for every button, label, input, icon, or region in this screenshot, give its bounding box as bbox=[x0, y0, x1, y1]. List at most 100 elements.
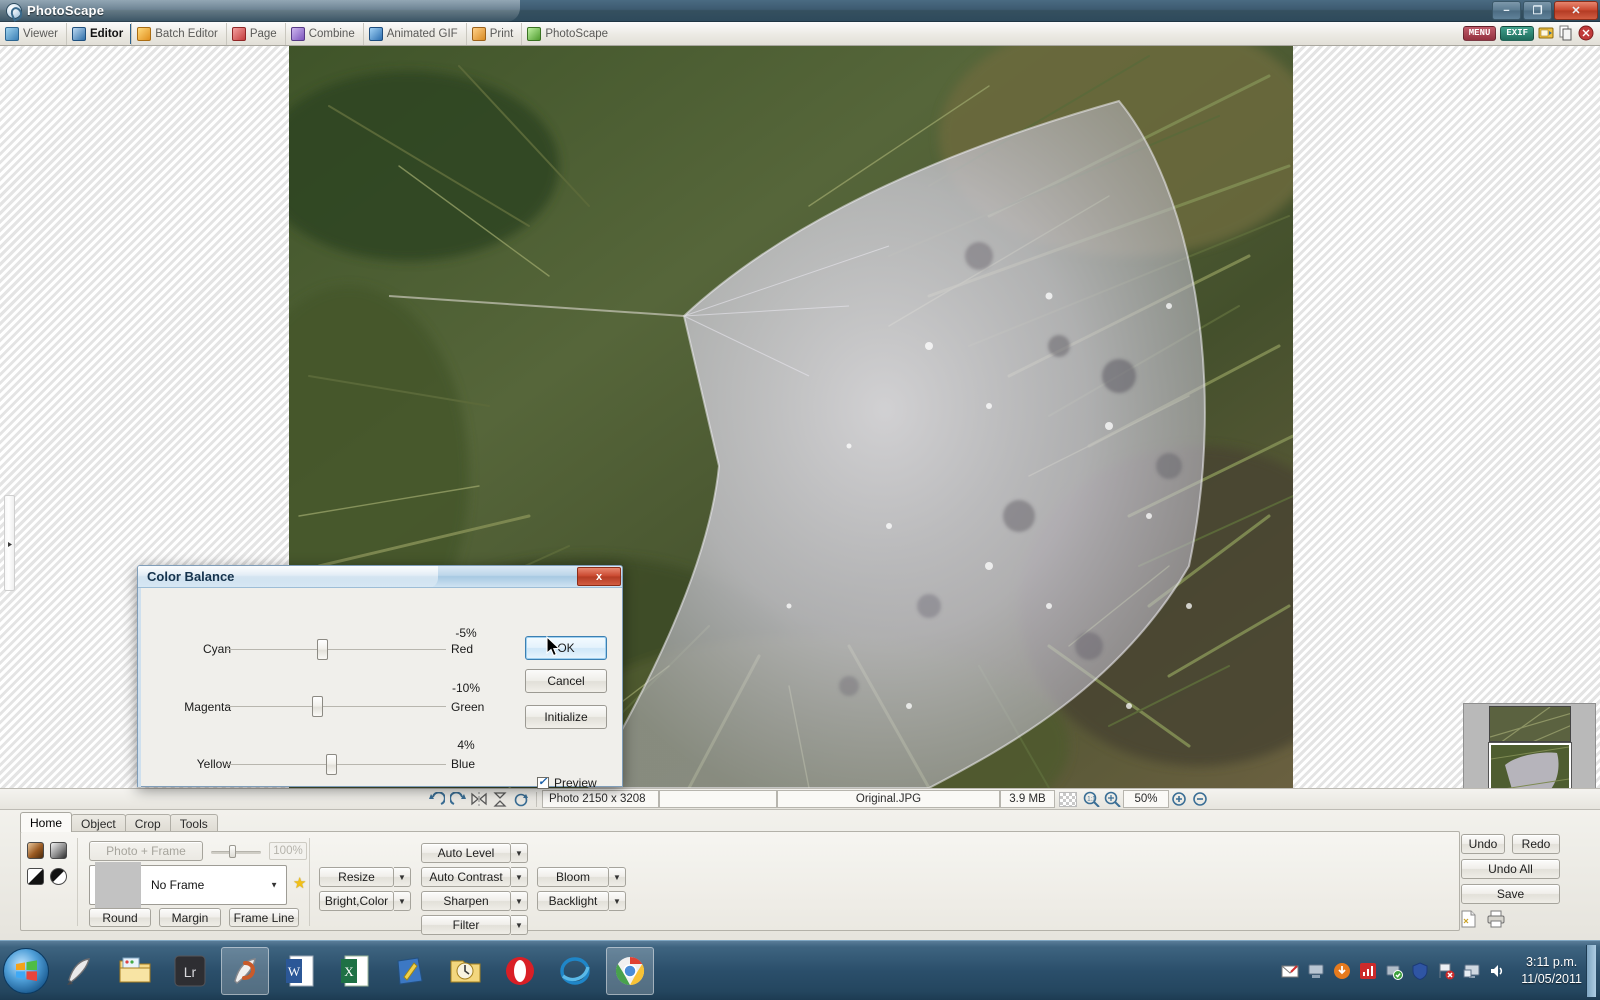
left-panel-expand-handle[interactable] bbox=[4, 495, 15, 591]
flag-error-icon[interactable] bbox=[1437, 962, 1455, 980]
magenta-green-slider-knob[interactable] bbox=[312, 696, 323, 717]
taskbar-publisher[interactable] bbox=[386, 947, 434, 995]
zoom-out-icon[interactable] bbox=[1190, 790, 1211, 808]
minimize-button[interactable]: − bbox=[1492, 1, 1521, 20]
taskbar-opera[interactable] bbox=[496, 947, 544, 995]
network-share-icon[interactable] bbox=[1307, 962, 1325, 980]
opacity-slider-track[interactable] bbox=[211, 851, 261, 854]
mode-print[interactable]: Print bbox=[465, 22, 522, 45]
frame-select[interactable]: No Frame ▼ bbox=[89, 862, 287, 908]
thumbnail-item[interactable] bbox=[1489, 706, 1571, 742]
mode-combine[interactable]: Combine bbox=[284, 22, 363, 45]
opacity-slider-knob[interactable] bbox=[229, 845, 236, 858]
volume-icon[interactable] bbox=[1489, 962, 1507, 980]
resize-dropdown-icon[interactable]: ▼ bbox=[394, 867, 411, 887]
frame-line-button[interactable]: Frame Line bbox=[229, 908, 299, 927]
auto-level-button[interactable]: Auto Level bbox=[421, 843, 511, 863]
sharpen-button[interactable]: Sharpen bbox=[421, 891, 511, 911]
flip-horizontal-icon[interactable] bbox=[468, 790, 489, 808]
initialize-button[interactable]: Initialize bbox=[525, 705, 607, 729]
auto-contrast-dropdown-icon[interactable]: ▼ bbox=[511, 867, 528, 887]
new-file-icon[interactable] bbox=[1461, 910, 1477, 928]
sharpen-dropdown-icon[interactable]: ▼ bbox=[511, 891, 528, 911]
mode-photoscape[interactable]: PhotoScape bbox=[521, 22, 616, 45]
show-desktop-button[interactable] bbox=[1586, 945, 1596, 997]
auto-level-dropdown-icon[interactable]: ▼ bbox=[511, 843, 528, 863]
menu-button[interactable]: MENU bbox=[1462, 25, 1497, 41]
tab-object[interactable]: Object bbox=[71, 814, 126, 832]
cyan-red-slider-track[interactable] bbox=[226, 649, 446, 650]
favorite-star-icon[interactable]: ★ bbox=[293, 874, 306, 892]
update-icon[interactable] bbox=[1333, 962, 1351, 980]
auto-contrast-button[interactable]: Auto Contrast bbox=[421, 867, 511, 887]
tab-home[interactable]: Home bbox=[20, 812, 73, 832]
taskbar-explorer[interactable] bbox=[111, 947, 159, 995]
shield-icon[interactable] bbox=[1411, 962, 1429, 980]
cancel-button[interactable]: Cancel bbox=[525, 669, 607, 693]
taskbar-chrome[interactable] bbox=[606, 946, 654, 995]
grayscale-swatch[interactable] bbox=[50, 842, 67, 859]
bloom-button[interactable]: Bloom bbox=[537, 867, 609, 887]
maximize-button[interactable]: ❐ bbox=[1523, 1, 1552, 20]
copy-icon[interactable] bbox=[1558, 25, 1574, 41]
undo-button[interactable]: Undo bbox=[1461, 834, 1505, 854]
batch-editor-icon bbox=[137, 26, 152, 41]
bright-color-dropdown-icon[interactable]: ▼ bbox=[394, 891, 411, 911]
taskbar-word[interactable]: W bbox=[276, 947, 324, 995]
slideshow-icon[interactable] bbox=[1538, 25, 1554, 41]
bright-color-button[interactable]: Bright,Color bbox=[319, 891, 394, 911]
chart-icon[interactable] bbox=[1359, 962, 1377, 980]
margin-button[interactable]: Margin bbox=[159, 908, 221, 927]
tab-crop[interactable]: Crop bbox=[124, 814, 171, 832]
taskbar-internet-explorer[interactable] bbox=[551, 947, 599, 995]
preview-checkbox[interactable]: Preview bbox=[537, 775, 597, 790]
mode-viewer[interactable]: Viewer bbox=[0, 23, 66, 45]
magenta-green-slider-track[interactable] bbox=[226, 706, 446, 707]
zoom-in-icon[interactable] bbox=[1169, 790, 1190, 808]
resize-button[interactable]: Resize bbox=[319, 867, 394, 887]
mode-batch-editor[interactable]: Batch Editor bbox=[131, 22, 226, 45]
flip-vertical-icon[interactable] bbox=[489, 790, 510, 808]
chevron-down-icon[interactable]: ▼ bbox=[270, 881, 278, 890]
help-icon[interactable] bbox=[1578, 25, 1594, 41]
sepia-swatch[interactable] bbox=[27, 842, 44, 859]
ok-button[interactable]: OK bbox=[525, 636, 607, 660]
taskbar-photoscape-quicklaunch[interactable] bbox=[56, 947, 104, 995]
undo-all-button[interactable]: Undo All bbox=[1461, 859, 1560, 879]
blackwhite-swatch[interactable] bbox=[27, 868, 44, 885]
mail-icon[interactable] bbox=[1281, 962, 1299, 980]
mode-editor[interactable]: Editor bbox=[65, 22, 133, 45]
start-button[interactable] bbox=[3, 947, 49, 994]
redo-button[interactable]: Redo bbox=[1512, 834, 1560, 854]
zoom-actual-icon[interactable] bbox=[1102, 790, 1123, 808]
mode-page[interactable]: Page bbox=[225, 22, 285, 45]
backlight-button[interactable]: Backlight bbox=[537, 891, 609, 911]
backlight-dropdown-icon[interactable]: ▼ bbox=[609, 891, 626, 911]
bloom-dropdown-icon[interactable]: ▼ bbox=[609, 867, 626, 887]
tab-tools[interactable]: Tools bbox=[169, 814, 218, 832]
rotate-free-icon[interactable] bbox=[510, 790, 531, 808]
save-button[interactable]: Save bbox=[1461, 884, 1560, 904]
round-button[interactable]: Round bbox=[89, 908, 151, 927]
print-file-icon[interactable] bbox=[1487, 910, 1505, 928]
zoom-fit-icon[interactable]: 1:1 bbox=[1081, 790, 1102, 808]
dialog-close-button[interactable]: x bbox=[577, 567, 621, 586]
taskbar-photoscape-active[interactable] bbox=[221, 946, 269, 995]
security-icon[interactable] bbox=[1385, 962, 1404, 980]
taskbar-outlook[interactable] bbox=[441, 947, 489, 995]
rotate-left-icon[interactable] bbox=[426, 790, 447, 808]
filter-dropdown-icon[interactable]: ▼ bbox=[511, 915, 528, 935]
taskbar-clock[interactable]: 3:11 p.m. 11/05/2011 bbox=[1521, 954, 1582, 988]
taskbar-excel[interactable]: X bbox=[331, 947, 379, 995]
filter-button[interactable]: Filter bbox=[421, 915, 511, 935]
display-icon[interactable] bbox=[1463, 962, 1481, 980]
cyan-red-slider-knob[interactable] bbox=[317, 639, 328, 660]
close-button[interactable]: ✕ bbox=[1554, 1, 1598, 20]
rotate-right-icon[interactable] bbox=[447, 790, 468, 808]
taskbar-lightroom[interactable]: Lr bbox=[166, 947, 214, 995]
exif-button[interactable]: EXIF bbox=[1500, 25, 1534, 41]
photo-frame-button[interactable]: Photo + Frame bbox=[89, 841, 203, 861]
mode-animated-gif[interactable]: Animated GIF bbox=[362, 22, 466, 45]
negative-swatch[interactable] bbox=[50, 868, 67, 885]
yellow-blue-slider-knob[interactable] bbox=[326, 754, 337, 775]
